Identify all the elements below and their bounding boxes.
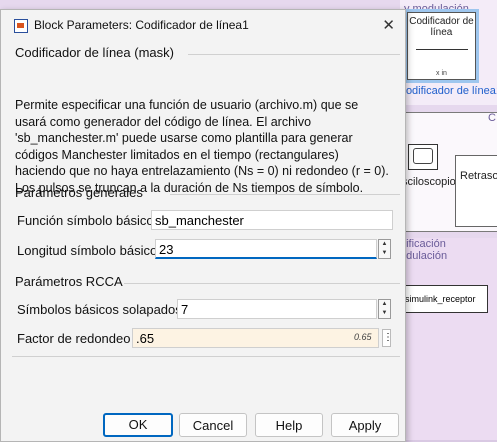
solapados-label: Símbolos básicos solapados: [17, 302, 182, 317]
canvas-label-c: C: [488, 112, 496, 124]
mask-description: Permite especificar una función de usuar…: [15, 98, 389, 195]
scope-icon: [413, 148, 433, 164]
help-button[interactable]: Help: [255, 413, 323, 437]
redondeo-evaluated-value: 0.65: [354, 332, 372, 342]
signal-icon: [416, 49, 468, 66]
canvas-label-codificacion: dificación: [400, 238, 446, 250]
solapados-spinner[interactable]: ▲ ▼: [378, 299, 391, 319]
receptor-label: simulink_receptor: [405, 294, 476, 304]
longitud-label: Longitud símbolo básico: [17, 243, 158, 258]
codificador-block-title: Codificador de línea: [409, 16, 474, 38]
canvas-label-modulacion2: odulación: [400, 250, 448, 262]
receptor-block[interactable]: simulink_receptor: [404, 285, 488, 313]
divider: [170, 194, 400, 195]
codificador-block-caption[interactable]: Codificador de línea1: [398, 85, 497, 97]
ok-button[interactable]: OK: [103, 413, 173, 437]
retraso-label: Retrasot: [460, 170, 497, 182]
block-footer: x in: [436, 70, 447, 77]
divider: [12, 356, 400, 357]
scope-block[interactable]: [408, 144, 438, 170]
divider: [188, 54, 400, 55]
redondeo-label: Factor de redondeo: [17, 331, 131, 346]
mask-header: Codificador de línea (mask): [15, 45, 174, 60]
codificador-block[interactable]: Codificador de línea x in: [407, 12, 476, 80]
funcion-label: Función símbolo básico: [17, 213, 154, 228]
dialog-title: Block Parameters: Codificador de línea1: [34, 18, 249, 32]
cancel-button[interactable]: Cancel: [179, 413, 247, 437]
rcca-section-title: Parámetros RCCA: [15, 274, 123, 289]
close-icon[interactable]: ✕: [382, 16, 395, 34]
title-bar[interactable]: Block Parameters: Codificador de línea1 …: [1, 10, 405, 40]
spin-down-icon[interactable]: ▼: [379, 309, 390, 318]
canvas-area-receptor: [400, 238, 497, 440]
spin-down-icon[interactable]: ▼: [379, 249, 390, 258]
simulink-app-icon: [14, 19, 28, 33]
spin-up-icon[interactable]: ▲: [379, 300, 390, 309]
general-section-title: Parámetros generales: [15, 185, 143, 200]
redondeo-input[interactable]: .65: [132, 328, 379, 348]
funcion-input[interactable]: sb_manchester: [151, 210, 393, 230]
block-parameters-dialog: Block Parameters: Codificador de línea1 …: [0, 9, 406, 442]
more-options-icon[interactable]: ⋮: [382, 329, 393, 347]
longitud-input[interactable]: 23: [155, 239, 377, 259]
solapados-input[interactable]: 7: [177, 299, 377, 319]
divider: [124, 283, 400, 284]
retraso-block[interactable]: [455, 155, 497, 227]
longitud-spinner[interactable]: ▲ ▼: [378, 239, 391, 259]
scope-caption: sciloscopio2: [402, 176, 462, 188]
apply-button[interactable]: Apply: [331, 413, 399, 437]
spin-up-icon[interactable]: ▲: [379, 240, 390, 249]
dialog-body: Codificador de línea (mask) Permite espe…: [12, 40, 405, 392]
